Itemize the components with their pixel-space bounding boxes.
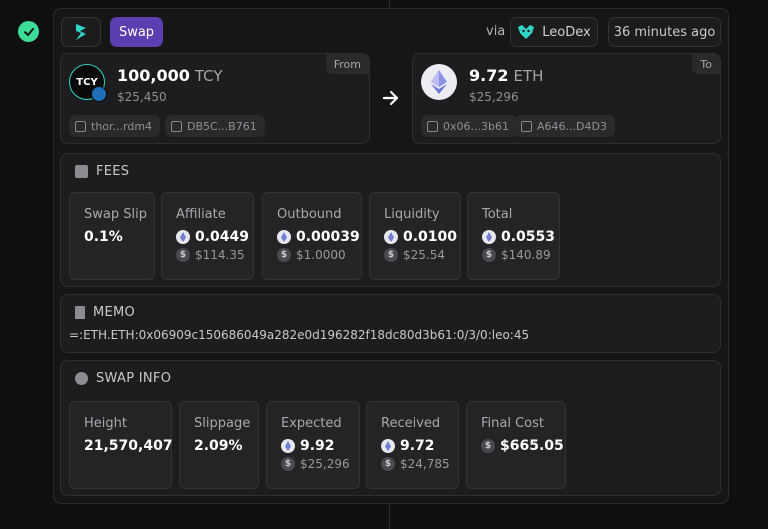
- dollar-icon: $: [281, 457, 295, 471]
- info-label: Received: [381, 416, 441, 431]
- fee-value: 0.0449: [195, 229, 250, 245]
- fee-swap-slip: Swap Slip 0.1%: [69, 192, 155, 280]
- transaction-card[interactable]: Swap via LeoDex 36 minutes ago From TCY …: [53, 8, 729, 504]
- fee-label: Affiliate: [176, 207, 226, 222]
- tcy-token-icon: TCY: [69, 64, 107, 102]
- time-ago: 36 minutes ago: [613, 24, 716, 40]
- via-label: via: [486, 24, 506, 39]
- info-label: Expected: [281, 416, 342, 431]
- dollar-icon: $: [176, 248, 190, 262]
- fee-label: Swap Slip: [84, 207, 147, 222]
- fees-title: FEES: [96, 164, 130, 179]
- info-received: Received 9.72 $ $24,785: [366, 401, 459, 489]
- eth-icon: [482, 230, 496, 244]
- info-label: Slippage: [194, 416, 251, 431]
- thorchain-logo-button[interactable]: [61, 17, 101, 47]
- eth-icon: [381, 439, 395, 453]
- eth-icon: [277, 230, 291, 244]
- from-usd: $25,450: [117, 90, 167, 104]
- fee-usd: $1.0000: [296, 248, 346, 262]
- fee-value: 0.0100: [403, 229, 458, 245]
- fee-total: Total 0.0553 $ $140.89: [467, 192, 560, 280]
- arrow-right-icon: [381, 88, 401, 112]
- from-tx-chip[interactable]: DB5C...B761: [165, 115, 265, 137]
- to-corner-label: To: [692, 54, 720, 74]
- info-icon: [75, 372, 88, 385]
- swap-info-section: SWAP INFO Height 21,570,407 Slippage 2.0…: [60, 360, 721, 496]
- to-ticker: ETH: [513, 67, 544, 85]
- memo-section: MEMO =:ETH.ETH:0x06909c150686049a282e0d1…: [60, 294, 721, 353]
- fee-label: Outbound: [277, 207, 342, 222]
- swap-type-badge: Swap: [110, 17, 163, 47]
- dollar-icon: $: [277, 248, 291, 262]
- fee-liquidity: Liquidity 0.0100 $ $25.54: [369, 192, 461, 280]
- to-usd: $25,296: [469, 90, 519, 104]
- dollar-icon: $: [482, 248, 496, 262]
- fee-value: 0.00039: [296, 229, 360, 245]
- wallet-icon: [75, 120, 86, 132]
- dollar-icon: $: [481, 439, 495, 453]
- leodex-logo-icon: [518, 25, 535, 39]
- fees-section: FEES Swap Slip 0.1% Affiliate 0.0449 $ $1…: [60, 153, 721, 287]
- from-amount: 100,000: [117, 66, 190, 85]
- time-ago-badge[interactable]: 36 minutes ago: [608, 17, 721, 47]
- info-value: 9.92: [300, 438, 335, 454]
- from-address-chip[interactable]: thor...rdm4: [69, 115, 161, 137]
- dollar-icon: $: [384, 248, 398, 262]
- fee-label: Total: [482, 207, 513, 222]
- eth-token-icon: [421, 64, 457, 100]
- to-tx-chip[interactable]: A646...D4D3: [515, 115, 615, 137]
- info-value: $665.05: [500, 438, 564, 454]
- fee-usd: $25.54: [403, 248, 445, 262]
- eth-icon: [176, 230, 190, 244]
- thorchain-badge-icon: [91, 86, 107, 102]
- bar-chart-icon: [75, 165, 88, 178]
- memo-text[interactable]: =:ETH.ETH:0x06909c150686049a282e0d196282…: [69, 328, 529, 342]
- swap-info-title: SWAP INFO: [96, 371, 172, 386]
- success-check-icon: [18, 21, 39, 42]
- fee-outbound: Outbound 0.00039 $ $1.0000: [262, 192, 362, 280]
- source-name: LeoDex: [542, 24, 591, 40]
- info-usd: $24,785: [400, 457, 450, 471]
- fee-usd: $140.89: [501, 248, 551, 262]
- wallet-icon: [427, 120, 438, 132]
- from-address: thor...rdm4: [91, 119, 153, 133]
- bookmark-icon: [75, 306, 85, 319]
- fee-affiliate: Affiliate 0.0449 $ $114.35: [161, 192, 254, 280]
- info-final-cost: Final Cost $ $665.05: [466, 401, 566, 489]
- eth-icon: [281, 439, 295, 453]
- info-slippage: Slippage 2.09%: [179, 401, 259, 489]
- from-panel[interactable]: From TCY 100,000 TCY $25,450 thor...rdm4…: [60, 53, 370, 144]
- to-amount: 9.72: [469, 66, 509, 85]
- fee-value: 0.0553: [501, 229, 556, 245]
- info-label: Height: [84, 416, 127, 431]
- info-usd: $25,296: [300, 457, 350, 471]
- document-icon: [521, 120, 532, 132]
- to-address-chip[interactable]: 0x06...3b61: [421, 115, 517, 137]
- fee-label: Liquidity: [384, 207, 440, 222]
- fee-usd: $114.35: [195, 248, 245, 262]
- fee-value: 0.1%: [84, 229, 123, 245]
- from-corner-label: From: [325, 54, 369, 74]
- from-ticker: TCY: [194, 67, 223, 85]
- thorchain-bolt-icon: [76, 24, 86, 40]
- to-address: 0x06...3b61: [443, 119, 509, 133]
- eth-icon: [384, 230, 398, 244]
- memo-title: MEMO: [93, 305, 136, 320]
- dollar-icon: $: [381, 457, 395, 471]
- to-panel[interactable]: To 9.72 ETH $25,296 0x06...3b61 A646...D…: [412, 53, 721, 144]
- from-tx: DB5C...B761: [187, 119, 257, 133]
- info-expected: Expected 9.92 $ $25,296: [266, 401, 360, 489]
- info-value: 9.72: [400, 438, 435, 454]
- info-label: Final Cost: [481, 416, 544, 431]
- info-value: 2.09%: [194, 438, 243, 454]
- to-tx: A646...D4D3: [537, 119, 607, 133]
- info-height: Height 21,570,407: [69, 401, 173, 489]
- info-value: 21,570,407: [84, 438, 173, 454]
- source-leodex-button[interactable]: LeoDex: [510, 17, 598, 47]
- document-icon: [171, 120, 182, 132]
